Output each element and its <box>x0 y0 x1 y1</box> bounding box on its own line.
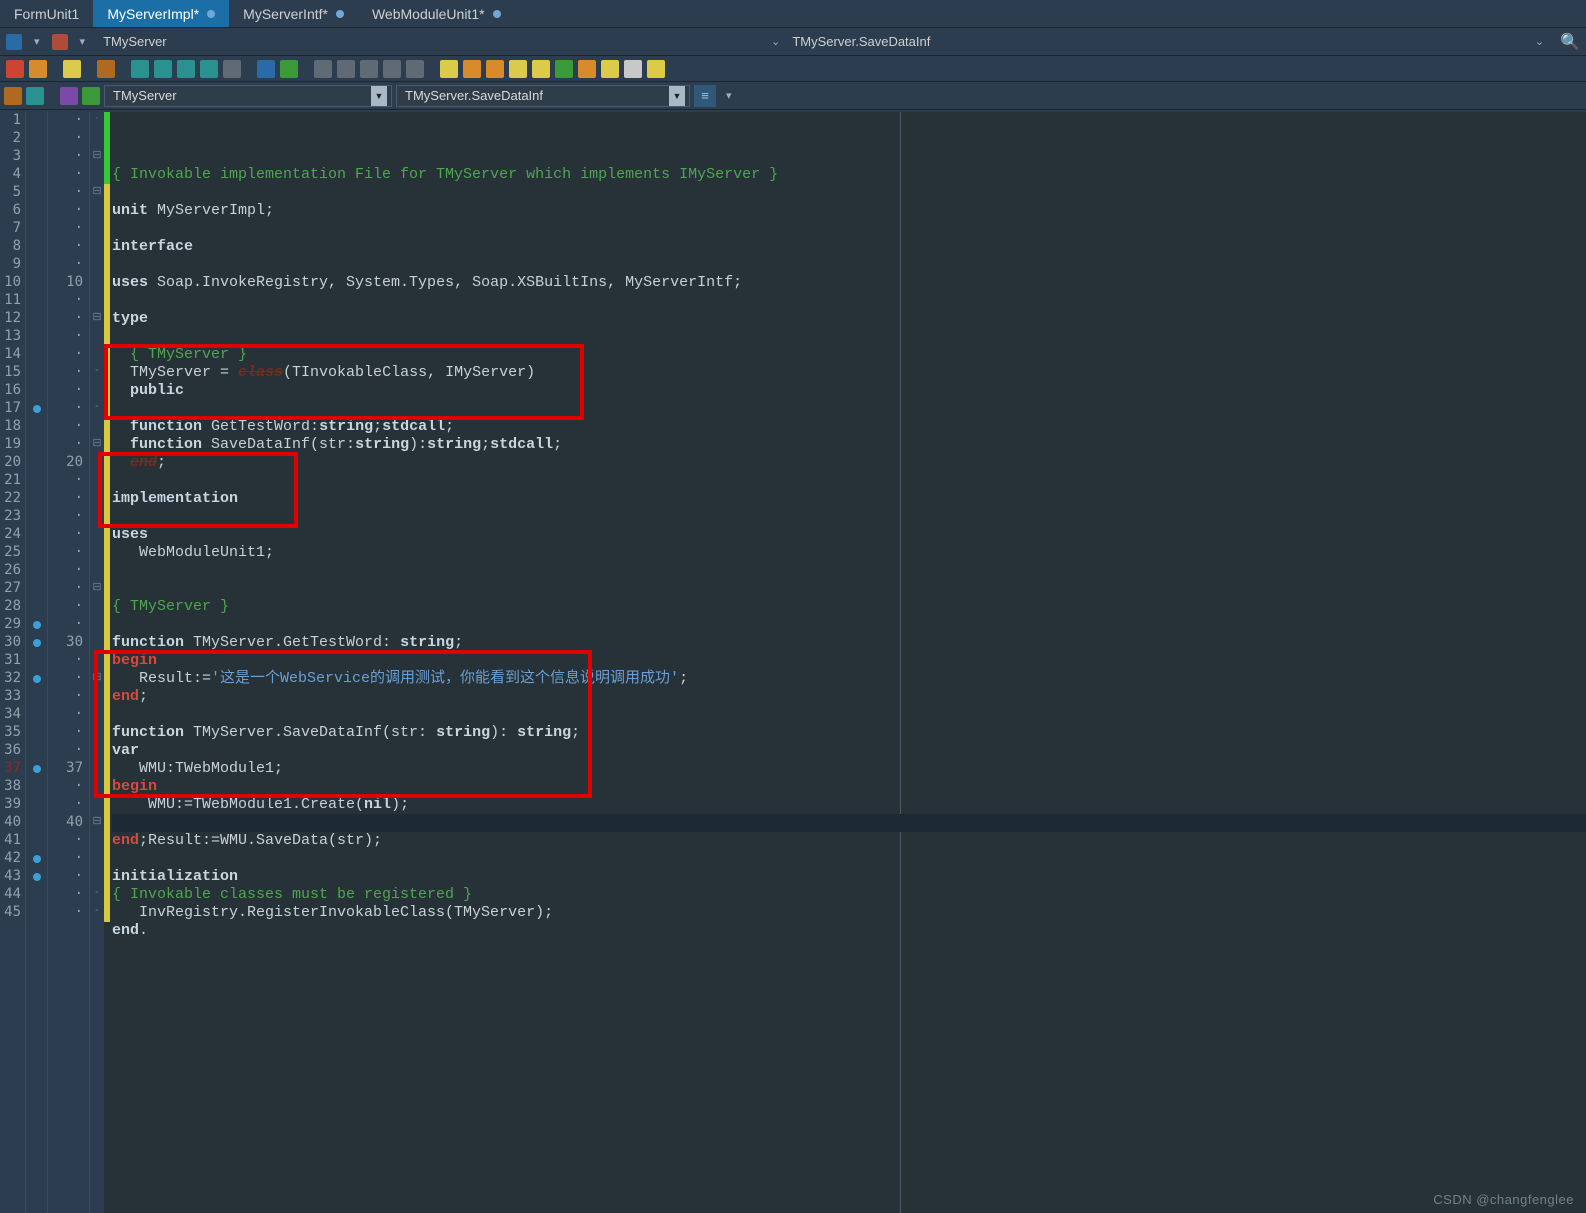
mini-button[interactable] <box>26 87 44 105</box>
help-icon[interactable] <box>624 60 642 78</box>
class-combo[interactable]: TMyServer ▼ <box>104 85 392 107</box>
chevron-down-icon[interactable]: ⌄ <box>1535 35 1544 48</box>
info-icon[interactable] <box>647 60 665 78</box>
chevron-down-icon[interactable]: ▾ <box>80 35 86 48</box>
new-file-icon[interactable] <box>63 60 81 78</box>
print-icon[interactable] <box>52 34 68 50</box>
search-icon[interactable]: 🔍 <box>1560 32 1580 52</box>
toolbar-button[interactable] <box>555 60 573 78</box>
chevron-down-icon[interactable]: ▼ <box>669 86 685 106</box>
tab-label: MyServerImpl* <box>107 6 199 22</box>
chevron-down-icon[interactable]: ▾ <box>726 89 732 102</box>
toolbar-button[interactable] <box>532 60 550 78</box>
toolbar <box>0 56 1586 82</box>
toolbar-button[interactable] <box>463 60 481 78</box>
tab-label: MyServerIntf* <box>243 6 328 22</box>
chevron-down-icon[interactable]: ▾ <box>34 35 40 48</box>
toolbar-button[interactable] <box>509 60 527 78</box>
toolbar-button[interactable] <box>578 60 596 78</box>
file-tabs: FormUnit1 MyServerImpl* MyServerIntf* We… <box>0 0 1586 28</box>
toolbar-button[interactable] <box>257 60 275 78</box>
class-method-selector-row: TMyServer ▼ TMyServer.SaveDataInf ▼ ≡ ▾ <box>0 82 1586 110</box>
gear-icon[interactable] <box>601 60 619 78</box>
mini-button[interactable] <box>4 87 22 105</box>
toolbar-button[interactable] <box>486 60 504 78</box>
tab-myserverintf[interactable]: MyServerIntf* <box>229 0 358 27</box>
save-all-icon[interactable] <box>154 60 172 78</box>
tens-column: ·········10·········20·········30······3… <box>48 112 90 1213</box>
toolbar-button[interactable] <box>177 60 195 78</box>
tab-label: WebModuleUnit1* <box>372 6 485 22</box>
run-icon[interactable] <box>280 60 298 78</box>
navigator-bar: ▾ ▾ TMyServer ⌄ TMyServer.SaveDataInf ⌄ … <box>0 28 1586 56</box>
chevron-down-icon[interactable]: ▼ <box>371 86 387 106</box>
toolbar-button[interactable] <box>383 60 401 78</box>
nav-class-name: TMyServer <box>103 34 167 49</box>
tab-label: FormUnit1 <box>14 6 79 22</box>
mini-button[interactable] <box>82 87 100 105</box>
code-editor[interactable]: 1234567891011121314151617181920212223242… <box>0 112 1586 1213</box>
line-number-gutter: 1234567891011121314151617181920212223242… <box>0 112 26 1213</box>
toolbar-button[interactable] <box>29 60 47 78</box>
mini-button[interactable] <box>60 87 78 105</box>
stop-icon[interactable] <box>314 60 332 78</box>
toolbar-button[interactable] <box>6 60 24 78</box>
dirty-dot-icon <box>493 10 501 18</box>
open-folder-icon[interactable] <box>97 60 115 78</box>
nav-method-name: TMyServer.SaveDataInf <box>792 34 930 49</box>
tab-formunit1[interactable]: FormUnit1 <box>0 0 93 27</box>
combo-value: TMyServer <box>113 88 177 103</box>
window-icon[interactable] <box>6 34 22 50</box>
toolbar-button[interactable] <box>406 60 424 78</box>
save-icon[interactable] <box>131 60 149 78</box>
gear-icon[interactable] <box>223 60 241 78</box>
tab-webmoduleunit1[interactable]: WebModuleUnit1* <box>358 0 515 27</box>
toolbar-button[interactable] <box>200 60 218 78</box>
chevron-down-icon[interactable]: ⌄ <box>771 35 780 48</box>
fold-column[interactable]: ·⊟⊟⊟--⊟⊟⊟⊟-- <box>90 112 104 1213</box>
dirty-dot-icon <box>207 10 215 18</box>
breakpoint-column[interactable] <box>26 112 48 1213</box>
code-area[interactable]: { Invokable implementation File for TMyS… <box>110 112 1586 1213</box>
watermark: CSDN @changfenglee <box>1433 1192 1574 1207</box>
combo-value: TMyServer.SaveDataInf <box>405 88 543 103</box>
method-combo[interactable]: TMyServer.SaveDataInf ▼ <box>396 85 690 107</box>
toolbar-button[interactable] <box>440 60 458 78</box>
toggle-button[interactable]: ≡ <box>694 85 716 107</box>
tab-myserverimpl[interactable]: MyServerImpl* <box>93 0 229 27</box>
toolbar-button[interactable] <box>360 60 378 78</box>
dirty-dot-icon <box>336 10 344 18</box>
toolbar-button[interactable] <box>337 60 355 78</box>
